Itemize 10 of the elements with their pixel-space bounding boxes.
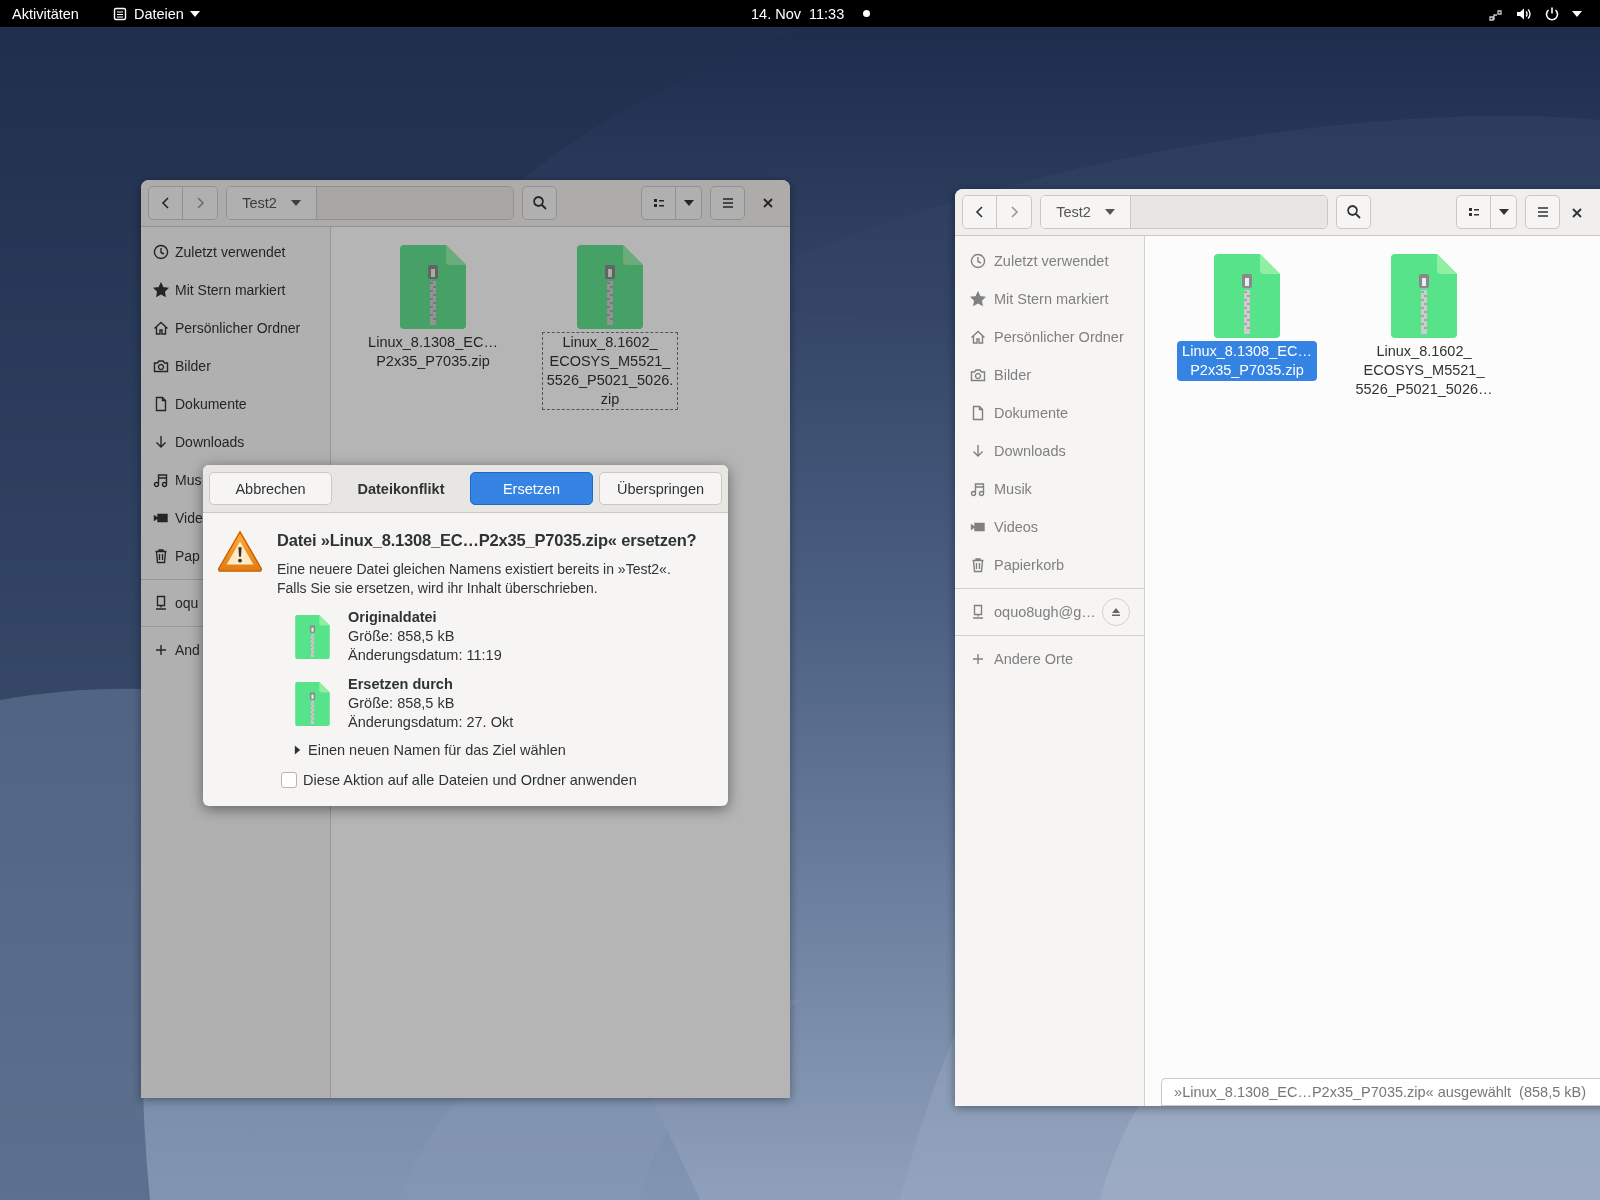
status-label: »Linux_8.1308_EC…P2x35_P7035.zip« ausgewählt (858,5 kB) bbox=[1161, 1078, 1600, 1106]
file-date: Änderungsdatum: 27. Okt bbox=[348, 713, 514, 732]
file-date: Änderungsdatum: 11:19 bbox=[348, 646, 502, 665]
file-label: Originaldatei bbox=[348, 608, 438, 627]
file-label: Ersetzen durch bbox=[348, 675, 454, 694]
dialog-title: Dateikonflikt bbox=[356, 480, 446, 497]
file-size: Größe: 858,5 kB bbox=[348, 627, 456, 646]
file-size: Größe: 858,5 kB bbox=[348, 694, 456, 713]
dialog-message: Eine neuere Datei gleichen Namens existiert bereits in »Test2«. Falls Sie sie ersetzen, wird ihr Inhalt überschrieben. bbox=[277, 560, 672, 598]
dialog-heading: Datei »Linux_8.1308_EC…P2x35_P7035.zip« ersetzen? bbox=[277, 531, 697, 550]
